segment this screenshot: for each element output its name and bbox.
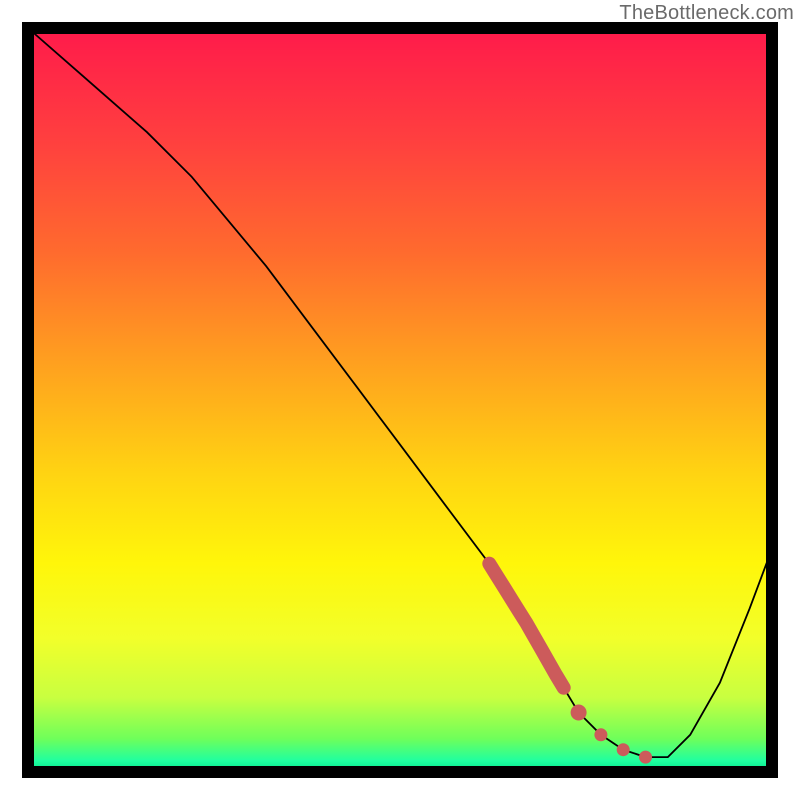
highlight-dot bbox=[617, 743, 630, 756]
highlight-dot bbox=[639, 751, 652, 764]
chart-svg bbox=[0, 0, 800, 800]
plot-area bbox=[28, 28, 772, 772]
highlight-dot bbox=[571, 705, 587, 721]
highlight-dot bbox=[594, 728, 607, 741]
chart-container: TheBottleneck.com bbox=[0, 0, 800, 800]
